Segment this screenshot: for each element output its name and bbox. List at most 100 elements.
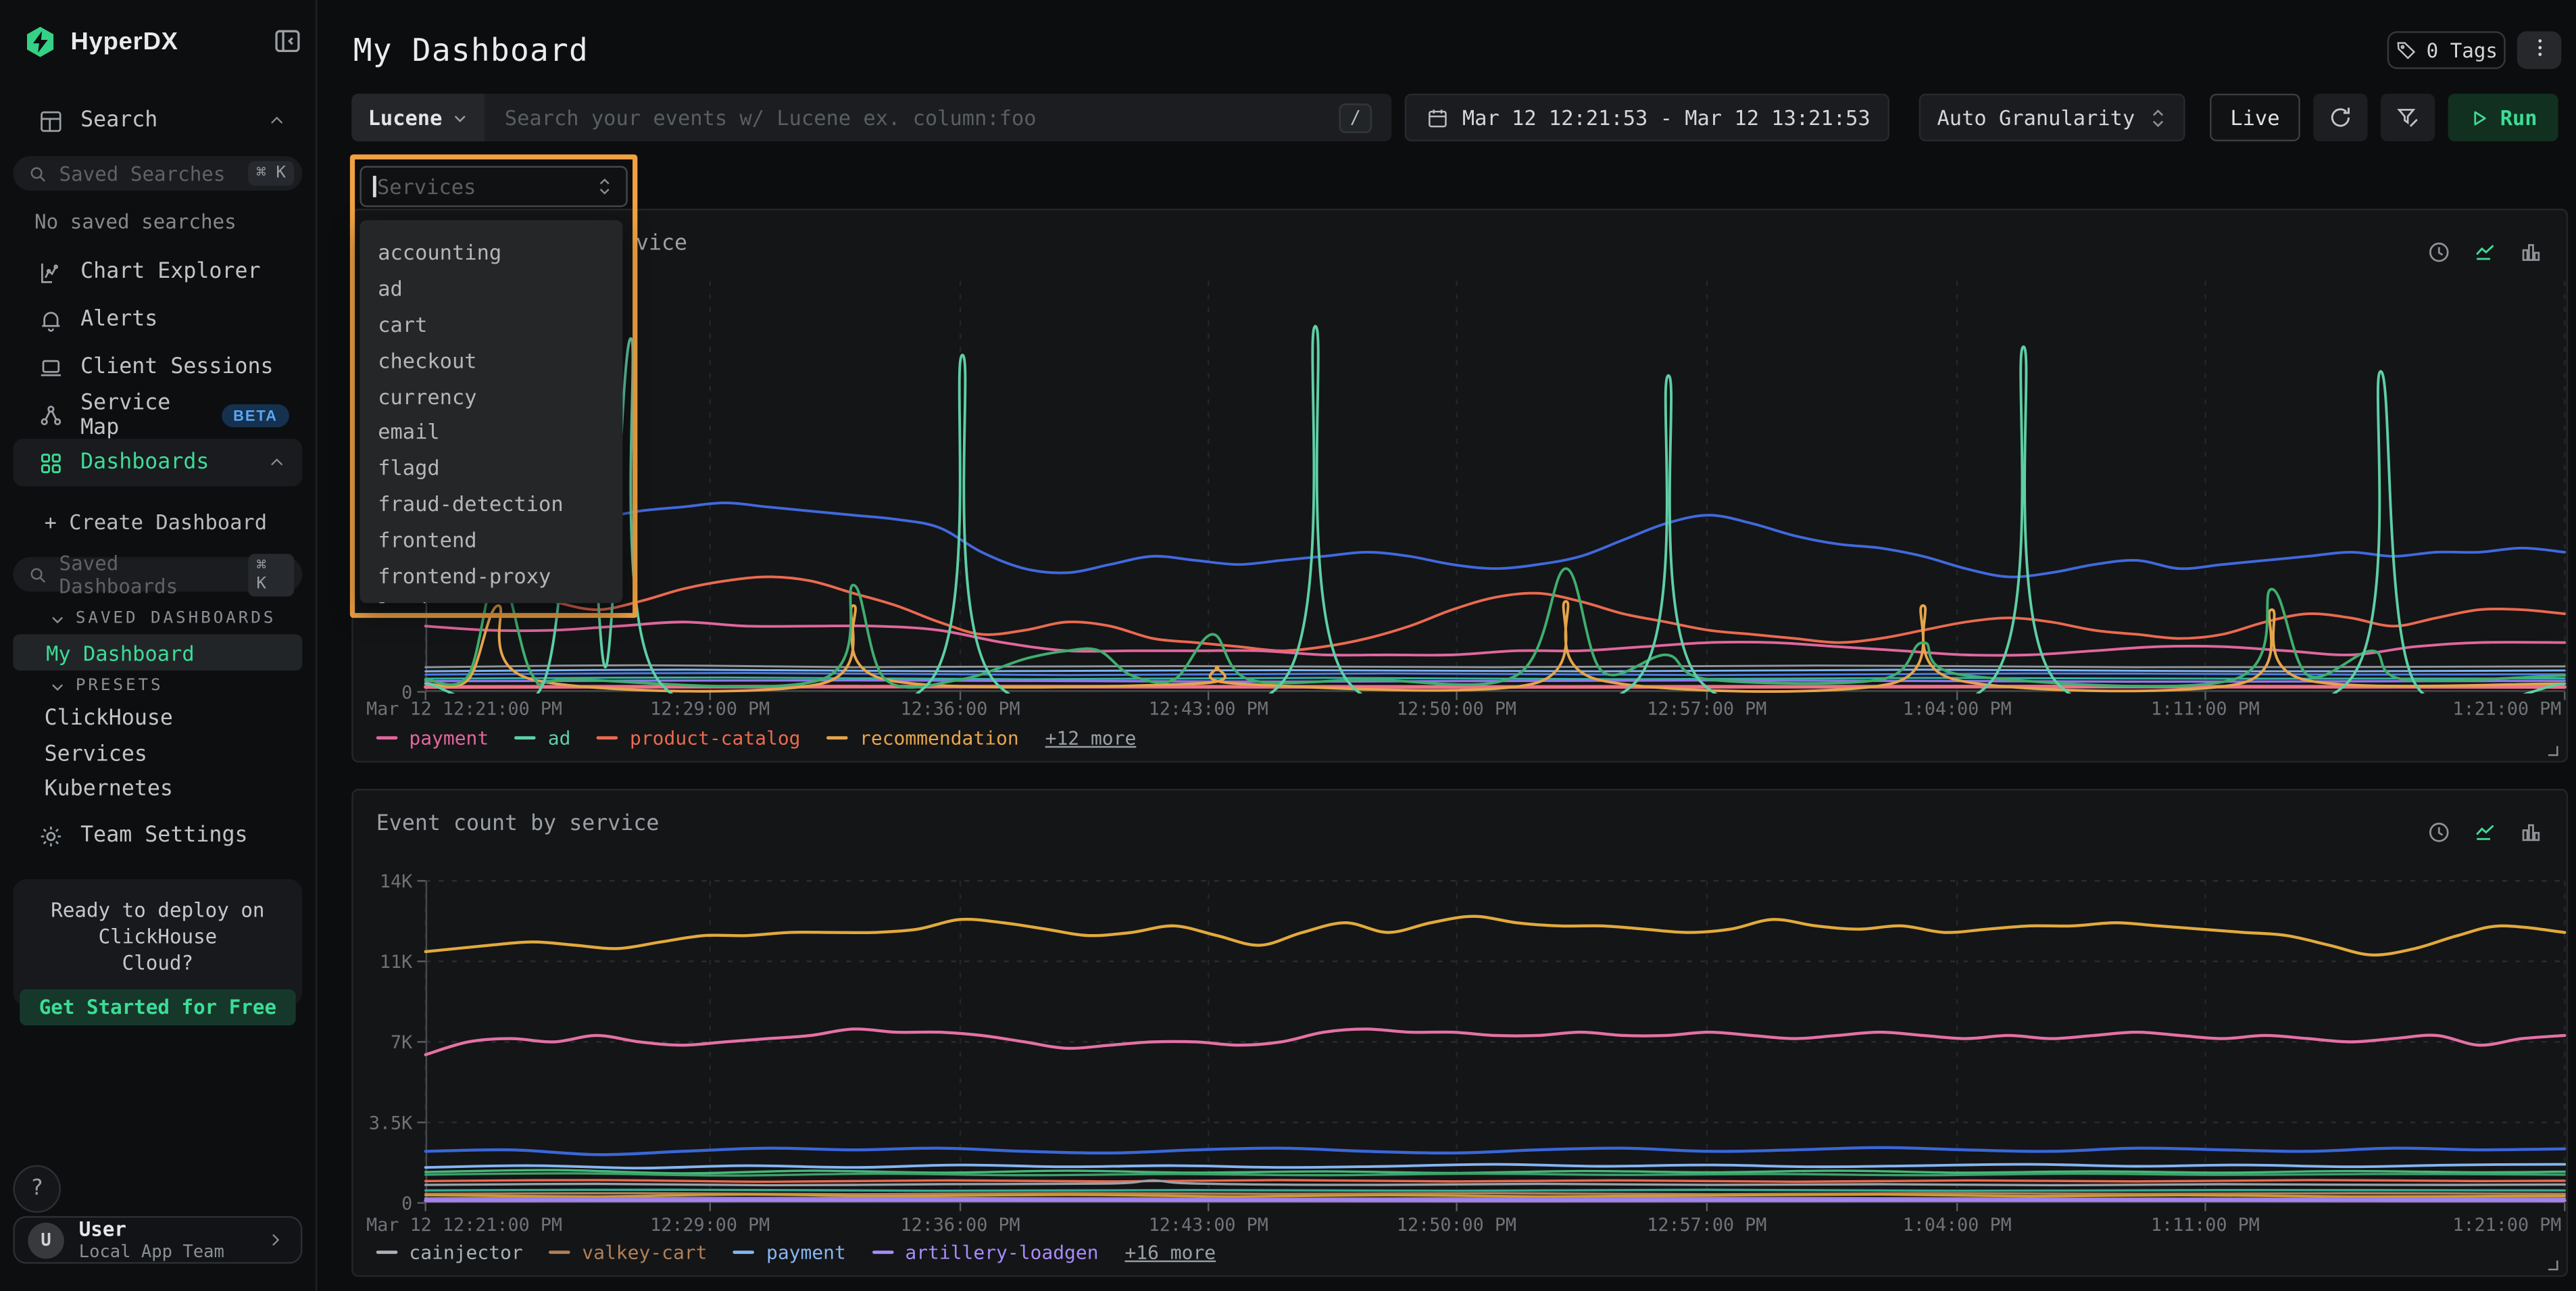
get-started-button[interactable]: Get Started for Free bbox=[20, 990, 297, 1025]
my-dashboard-label: My Dashboard bbox=[46, 640, 195, 664]
x-axis-label: 12:43:00 PM bbox=[1093, 1215, 1323, 1236]
legend-more-link[interactable]: +16 more bbox=[1124, 1241, 1216, 1264]
x-axis-label: Mar 12 12:21:00 PM bbox=[366, 1215, 562, 1236]
sidebar-item-search[interactable]: Search bbox=[13, 97, 302, 145]
cloud-card-text-line2: Cloud? bbox=[13, 950, 302, 976]
legend-label: recommendation bbox=[860, 727, 1019, 750]
service-option-fraud-detection[interactable]: fraud-detection bbox=[360, 486, 622, 522]
window-grid-icon bbox=[38, 107, 64, 134]
refresh-button[interactable] bbox=[2313, 94, 2367, 142]
x-axis-label: 12:57:00 PM bbox=[1592, 1215, 1822, 1236]
service-option-email[interactable]: email bbox=[360, 414, 622, 450]
create-dashboard-button[interactable]: + Create Dashboard bbox=[45, 510, 267, 534]
x-axis-label: Mar 12 12:21:00 PM bbox=[366, 698, 562, 720]
sidebar-collapse-icon[interactable] bbox=[273, 26, 303, 56]
query-language-label: Lucene bbox=[368, 105, 443, 130]
sidebar-item-team-settings[interactable]: Team Settings bbox=[13, 812, 302, 860]
service-option-ad[interactable]: ad bbox=[360, 271, 622, 307]
sidebar-item-my-dashboard[interactable]: My Dashboard bbox=[13, 634, 302, 670]
legend-label: cainjector bbox=[409, 1241, 522, 1264]
resize-handle[interactable] bbox=[2548, 746, 2558, 756]
sidebar-item-alerts[interactable]: Alerts bbox=[13, 296, 302, 344]
sidebar-item-label: Service Map bbox=[80, 390, 222, 439]
service-option-frontend[interactable]: frontend bbox=[360, 522, 622, 558]
user-team: Local App Team bbox=[79, 1244, 224, 1261]
help-button[interactable]: ? bbox=[13, 1165, 61, 1213]
laptop-icon bbox=[38, 354, 64, 381]
clock-icon[interactable] bbox=[2427, 240, 2451, 264]
x-axis-label: 1:04:00 PM bbox=[1842, 698, 2072, 720]
kebab-icon bbox=[2528, 36, 2551, 64]
line-chart-icon[interactable] bbox=[2473, 820, 2497, 844]
user-meta: User Local App Team bbox=[79, 1219, 224, 1261]
granularity-select[interactable]: Auto Granularity bbox=[1919, 94, 2185, 142]
filter-button[interactable] bbox=[2381, 94, 2435, 142]
service-option-load-generator[interactable]: load-generator bbox=[360, 593, 622, 604]
x-axis-label: 12:50:00 PM bbox=[1341, 698, 1571, 720]
legend-label: ad bbox=[548, 727, 571, 750]
sidebar-item-client-sessions[interactable]: Client Sessions bbox=[13, 343, 302, 391]
saved-searches-input[interactable]: Saved Searches ⌘ K bbox=[13, 156, 302, 191]
legend-item-cainjector[interactable]: cainjector bbox=[376, 1241, 523, 1264]
legend-item-product-catalog[interactable]: product-catalog bbox=[597, 727, 800, 750]
chevron-up-icon bbox=[268, 454, 286, 472]
resize-handle[interactable] bbox=[2548, 1261, 2558, 1271]
x-axis-label: 12:43:00 PM bbox=[1093, 698, 1323, 720]
section-label: SAVED DASHBOARDS bbox=[76, 610, 276, 628]
live-button[interactable]: Live bbox=[2210, 94, 2300, 142]
sidebar-item-preset-services[interactable]: Services bbox=[45, 742, 147, 766]
query-language-select[interactable]: Lucene bbox=[351, 94, 485, 142]
line-chart-icon[interactable] bbox=[2473, 240, 2497, 264]
services-input[interactable]: Services bbox=[360, 166, 627, 208]
x-axis-label: 12:36:00 PM bbox=[845, 698, 1075, 720]
run-button[interactable]: Run bbox=[2448, 94, 2558, 142]
sidebar-item-dashboards[interactable]: Dashboards bbox=[13, 439, 302, 487]
service-option-cart[interactable]: cart bbox=[360, 307, 622, 343]
legend-swatch bbox=[549, 1250, 571, 1255]
chart1-legend: payment ad product-catalog recommendation +1… bbox=[376, 727, 1137, 750]
sidebar-item-label: Search bbox=[80, 108, 157, 132]
saved-dashboards-section-header[interactable]: SAVED DASHBOARDS bbox=[49, 610, 276, 628]
bar-chart-icon[interactable] bbox=[2519, 240, 2543, 264]
search-icon bbox=[28, 564, 47, 584]
time-range-picker[interactable]: Mar 12 12:21:53 - Mar 12 13:21:53 bbox=[1405, 94, 1889, 142]
sidebar-item-service-map[interactable]: Service MapBETA bbox=[13, 391, 302, 439]
sidebar-item-chart-explorer[interactable]: Chart Explorer bbox=[13, 248, 302, 296]
clock-icon[interactable] bbox=[2427, 820, 2451, 844]
tags-button[interactable]: 0 Tags bbox=[2387, 31, 2506, 69]
event-search-input[interactable]: Search your events w/ Lucene ex. column:… bbox=[505, 105, 1037, 130]
chevron-down-icon bbox=[49, 678, 66, 694]
y-axis-label: 11K bbox=[353, 951, 413, 973]
bar-chart-icon[interactable] bbox=[2519, 820, 2543, 844]
cloud-card-text-line1: Ready to deploy on ClickHouse bbox=[13, 897, 302, 950]
user-name: User bbox=[79, 1219, 224, 1238]
presets-section-header[interactable]: PRESETS bbox=[49, 677, 164, 696]
service-option-flagd[interactable]: flagd bbox=[360, 450, 622, 486]
user-menu[interactable]: U User Local App Team bbox=[13, 1216, 302, 1264]
x-axis-label: 1:21:00 PM bbox=[2452, 1215, 2561, 1236]
legend-item-ad[interactable]: ad bbox=[515, 727, 570, 750]
dashboard-menu-button[interactable] bbox=[2517, 31, 2562, 69]
legend-item-recommendation[interactable]: recommendation bbox=[826, 727, 1018, 750]
sidebar-item-preset-clickhouse[interactable]: ClickHouse bbox=[45, 706, 173, 731]
legend-item-payment[interactable]: payment bbox=[376, 727, 489, 750]
service-option-checkout[interactable]: checkout bbox=[360, 343, 622, 379]
hyperdx-app: HyperDX Search Saved Searches ⌘ K No sav… bbox=[0, 0, 2576, 1291]
legend-item-payment[interactable]: payment bbox=[733, 1241, 845, 1264]
chart2-plot-area[interactable] bbox=[426, 881, 2565, 1203]
service-option-accounting[interactable]: accounting bbox=[360, 235, 622, 271]
legend-item-artillery-loadgen[interactable]: artillery-loadgen bbox=[872, 1241, 1099, 1264]
chart1-toolbar bbox=[2427, 240, 2544, 264]
event-search-bar: Lucene Search your events w/ Lucene ex. … bbox=[351, 94, 1391, 142]
sidebar-item-label: Alerts bbox=[80, 308, 157, 332]
legend-more-link[interactable]: +12 more bbox=[1045, 727, 1137, 750]
legend-item-valkey-cart[interactable]: valkey-cart bbox=[549, 1241, 708, 1264]
avatar: U bbox=[28, 1222, 64, 1258]
sidebar-item-preset-kubernetes[interactable]: Kubernetes bbox=[45, 777, 173, 802]
legend-swatch bbox=[872, 1250, 894, 1255]
service-option-currency[interactable]: currency bbox=[360, 379, 622, 414]
chart1-plot-area[interactable] bbox=[426, 281, 2565, 692]
saved-dashboards-input[interactable]: Saved Dashboards ⌘ K bbox=[13, 557, 302, 591]
x-axis-label: 1:21:00 PM bbox=[2452, 698, 2561, 720]
service-option-frontend-proxy[interactable]: frontend-proxy bbox=[360, 558, 622, 593]
